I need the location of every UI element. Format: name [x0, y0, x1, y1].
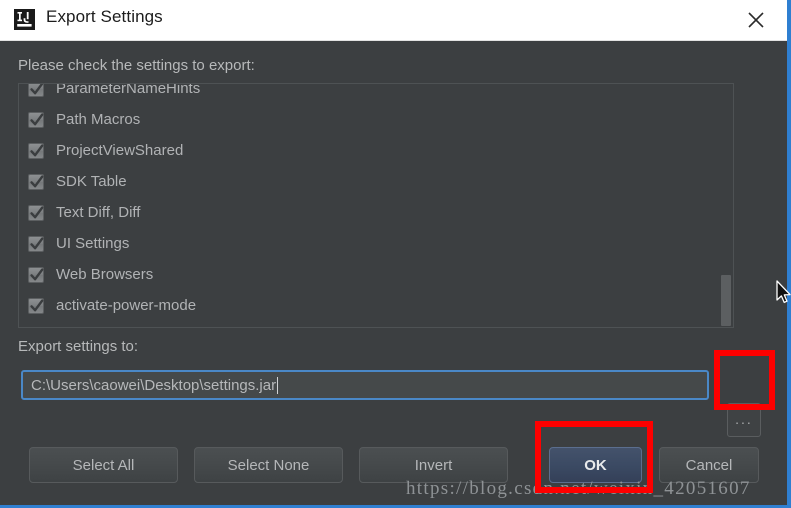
- ellipsis-icon: ...: [735, 416, 753, 422]
- list-scrollbar[interactable]: [720, 85, 732, 328]
- list-item[interactable]: UI Settings: [19, 228, 733, 259]
- list-item-label: ParameterNameHints: [56, 83, 200, 97]
- export-settings-dialog: Export Settings Please check the setting…: [0, 0, 791, 508]
- list-item-label: UI Settings: [56, 236, 129, 252]
- export-path-input[interactable]: C:\Users\caowei\Desktop\settings.jar: [21, 370, 709, 400]
- checkbox-checked-icon[interactable]: [28, 112, 44, 128]
- checkbox-checked-icon[interactable]: [28, 298, 44, 314]
- dialog-body: Please check the settings to export: Par…: [0, 41, 787, 505]
- checkbox-checked-icon[interactable]: [28, 83, 44, 97]
- list-item-label: Text Diff, Diff: [56, 205, 140, 221]
- list-item[interactable]: Web Browsers: [19, 259, 733, 290]
- settings-list-rows: ParameterNameHints Path Macros ProjectView…: [19, 83, 733, 321]
- select-all-button[interactable]: Select All: [29, 447, 178, 483]
- list-item[interactable]: ProjectViewShared: [19, 135, 733, 166]
- title-bar: Export Settings: [0, 0, 787, 41]
- list-item[interactable]: SDK Table: [19, 166, 733, 197]
- list-item[interactable]: Path Macros: [19, 104, 733, 135]
- window-border-right: [787, 0, 791, 508]
- settings-list[interactable]: ParameterNameHints Path Macros ProjectView…: [18, 83, 734, 328]
- intellij-idea-icon: [14, 9, 35, 30]
- checkbox-checked-icon[interactable]: [28, 205, 44, 221]
- watermark-text: https://blog.csdn.net/weixin_42051607: [406, 478, 751, 500]
- list-item[interactable]: Text Diff, Diff: [19, 197, 733, 228]
- browse-button[interactable]: ...: [727, 403, 761, 437]
- checkbox-checked-icon[interactable]: [28, 236, 44, 252]
- prompt-label: Please check the settings to export:: [18, 57, 255, 74]
- list-item-label: SDK Table: [56, 174, 127, 190]
- list-scrollbar-thumb[interactable]: [721, 275, 731, 326]
- export-path-value: C:\Users\caowei\Desktop\settings.jar: [31, 377, 276, 394]
- checkbox-checked-icon[interactable]: [28, 267, 44, 283]
- text-caret: [277, 377, 278, 394]
- list-item[interactable]: ParameterNameHints: [19, 83, 733, 104]
- list-item[interactable]: activate-power-mode: [19, 290, 733, 321]
- arrow-pointer-icon: [776, 280, 791, 305]
- list-item-label: Path Macros: [56, 112, 140, 128]
- export-path-label: Export settings to:: [18, 338, 138, 355]
- list-item-label: activate-power-mode: [56, 298, 196, 314]
- close-icon[interactable]: [733, 0, 779, 40]
- select-none-button[interactable]: Select None: [194, 447, 343, 483]
- list-item-label: ProjectViewShared: [56, 143, 183, 159]
- list-item-label: Web Browsers: [56, 267, 153, 283]
- window-title: Export Settings: [46, 7, 163, 27]
- checkbox-checked-icon[interactable]: [28, 143, 44, 159]
- checkbox-checked-icon[interactable]: [28, 174, 44, 190]
